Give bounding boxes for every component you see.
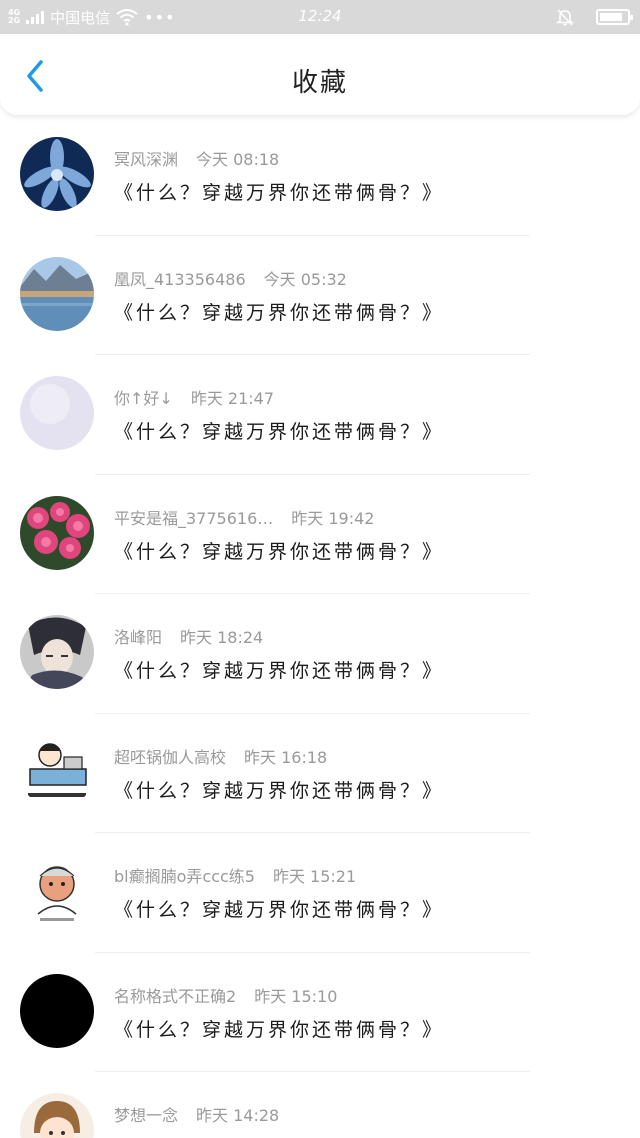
avatar[interactable] [20, 376, 94, 450]
favorite-item[interactable]: 冥风深渊 今天 08:18 《什么？穿越万界你还带俩骨？》 [0, 116, 640, 236]
timestamp: 昨天 18:24 [180, 628, 264, 647]
user-name[interactable]: 名称格式不正确2 [114, 987, 236, 1006]
timestamp: 昨天 15:21 [272, 867, 357, 886]
favorite-item[interactable]: 梦想一念昨天 14:28 《什么？穿越万界你还带俩骨？》 [0, 1072, 640, 1138]
item-meta: 名称格式不正确2 昨天 15:10 [114, 983, 337, 1007]
user-name[interactable]: bl癫搁腩o弄ccc练5 [114, 867, 255, 886]
page-title: 收藏 [291, 68, 348, 98]
status-bar: 4G 2G 中国电信 ••• 12:24 [0, 0, 640, 34]
favorites-list: 冥风深渊 今天 08:18 《什么？穿越万界你还带俩骨？》 凰凤_413356486 今… [0, 116, 640, 1138]
favorite-item[interactable]: 超呸锅伽人高校 昨天 16:18 《什么？穿越万界你还带俩骨？》 [0, 714, 640, 833]
timestamp: 今天 08:18 [196, 150, 280, 169]
timestamp: 昨天 15:10 [254, 986, 338, 1006]
user-name[interactable]: 冥风深渊 [114, 150, 178, 169]
bell-muted-icon [556, 9, 574, 26]
timestamp: 昨天 16:18 [244, 747, 328, 767]
avatar[interactable] [20, 854, 94, 928]
favorite-content[interactable]: 《什么？穿越万界你还带俩骨？》 [114, 178, 444, 205]
favorite-item[interactable]: 凰凤_413356486 今天 05:32 《什么？穿越万界你还带俩骨？》 [0, 236, 640, 355]
avatar[interactable] [20, 973, 94, 1048]
avatar[interactable] [20, 1093, 94, 1138]
item-meta: 超呸锅伽人高校 昨天 16:18 [114, 744, 327, 768]
avatar[interactable] [20, 495, 94, 570]
battery-level [600, 13, 623, 21]
favorite-item[interactable]: 平安是福_3775616… 昨天 19:42 《什么？穿越万界你还带俩骨？》 [0, 475, 640, 594]
favorite-content[interactable]: 《什么？穿越万界你还带俩骨？》 [114, 1015, 444, 1042]
user-name[interactable]: 平安是福_3775616… [114, 509, 273, 528]
item-meta: 平安是福_3775616… 昨天 19:42 [114, 505, 374, 529]
avatar[interactable] [20, 256, 94, 331]
user-name[interactable]: 洛峰阳 [114, 628, 162, 647]
nav-header: 收藏 [0, 34, 640, 116]
battery-icon [596, 9, 633, 25]
item-meta: 洛峰阳 昨天 18:24 [114, 624, 263, 648]
item-meta: 你↑好↓ 昨天 21:47 [114, 385, 274, 409]
favorite-item[interactable]: 你↑好↓ 昨天 21:47 《什么？穿越万界你还带俩骨？》 [0, 355, 640, 475]
favorite-content[interactable]: 《什么？穿越万界你还带俩骨？》 [114, 298, 444, 325]
item-meta: 冥风深渊 今天 08:18 [114, 146, 279, 170]
favorite-item[interactable]: 名称格式不正确2 昨天 15:10 《什么？穿越万界你还带俩骨？》 [0, 953, 640, 1072]
favorite-content[interactable]: 《什么？穿越万界你还带俩骨？》 [114, 656, 444, 683]
timestamp: 昨天 19:42 [291, 508, 375, 528]
favorite-content[interactable]: 《什么？穿越万界你还带俩骨？》 [114, 537, 444, 564]
item-meta: 梦想一念 昨天 14:28 [114, 1102, 279, 1126]
item-meta: 凰凤_413356486 今天 05:32 [114, 266, 347, 290]
favorite-content[interactable]: 《什么？穿越万界你还带俩骨？》 [114, 417, 444, 444]
status-right [556, 6, 633, 28]
user-name[interactable]: 凰凤_413356486 [114, 270, 246, 289]
user-name[interactable]: 你↑好↓ [114, 389, 173, 408]
status-time: 12:24 [298, 7, 342, 25]
favorite-content[interactable]: 《什么？穿越万界你还带俩骨？》 [114, 895, 444, 922]
avatar[interactable] [20, 137, 94, 211]
user-name[interactable]: 超呸锅伽人高校 [114, 748, 226, 767]
favorite-content[interactable]: 《什么？穿越万界你还带俩骨？》 [114, 1134, 444, 1138]
timestamp: 今天 05:32 [263, 269, 347, 289]
avatar[interactable] [20, 615, 94, 689]
avatar[interactable] [20, 734, 94, 809]
favorite-item[interactable]: bl癫搁腩o弄ccc练5 昨天 15:21 《什么？穿越万界你还带俩骨？》 [0, 833, 640, 953]
item-meta: bl癫搁腩o弄ccc练5 昨天 15:21 [114, 863, 356, 887]
favorite-item[interactable]: 洛峰阳 昨天 18:24 《什么？穿越万界你还带俩骨？》 [0, 594, 640, 714]
timestamp: 昨天 21:47 [190, 389, 275, 408]
timestamp: 昨天 14:28 [196, 1106, 280, 1125]
user-name[interactable]: 梦想一念 [114, 1106, 178, 1125]
favorite-content[interactable]: 《什么？穿越万界你还带俩骨？》 [114, 776, 444, 803]
